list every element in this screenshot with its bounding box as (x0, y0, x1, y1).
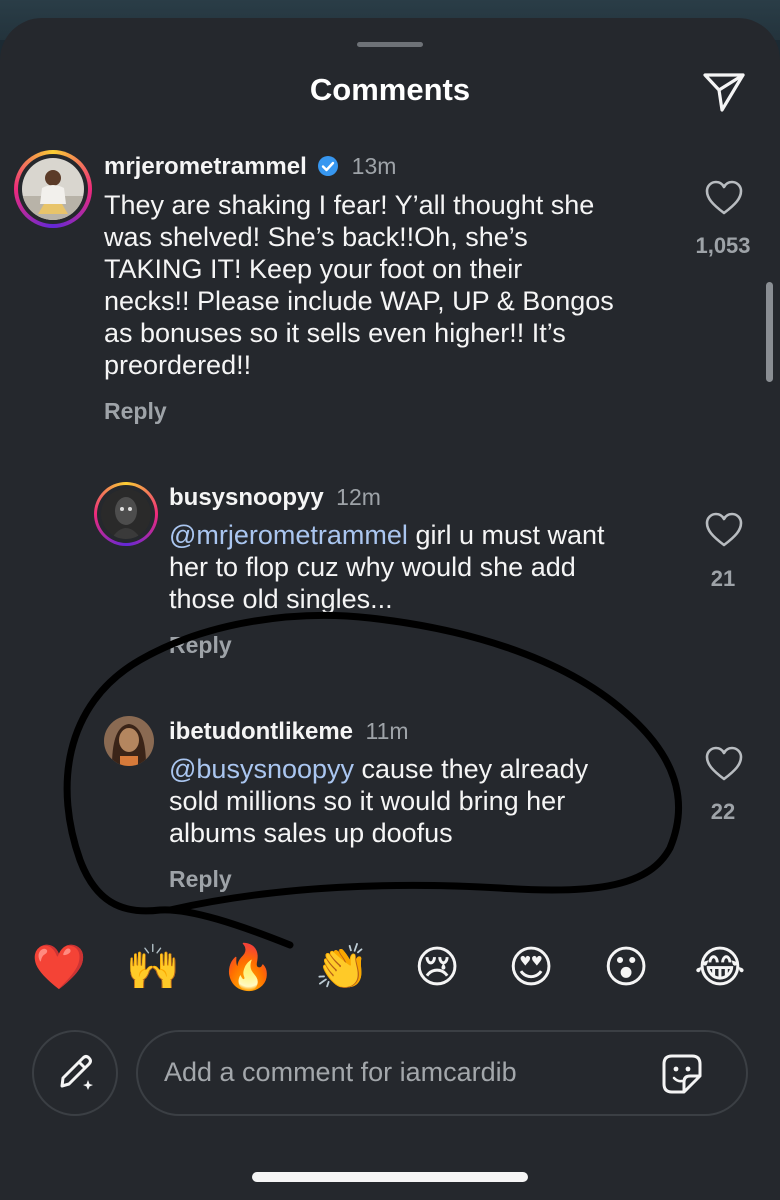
comment-time: 12m (336, 484, 381, 510)
heart-icon (705, 512, 743, 547)
emoji-crying-face[interactable]: 😢 (407, 938, 467, 998)
scrollbar[interactable] (766, 282, 773, 382)
like-button[interactable] (704, 744, 744, 784)
emoji-raising-hands[interactable]: 🙌 (123, 938, 183, 998)
paper-plane-icon (703, 73, 745, 112)
sticker-icon (662, 1054, 702, 1094)
page-title: Comments (309, 72, 471, 107)
like-count: 21 (710, 566, 736, 591)
like-count: 22 (710, 799, 736, 824)
comment-username[interactable]: mrjerometrammel (104, 153, 307, 180)
pencil-sparkle-icon (60, 1055, 93, 1090)
comment-placeholder: Add a comment for iamcardib (164, 1057, 517, 1087)
emoji-reaction-bar: ❤️ 🙌 🔥 👏 😢 😍 😮 😂 (0, 938, 780, 1002)
emoji-heart-eyes[interactable]: 😍 (501, 938, 561, 998)
comment-input[interactable]: Add a comment for iamcardib (136, 1030, 748, 1116)
mention-link[interactable]: @mrjerometrammel (169, 520, 408, 550)
heart-icon (705, 180, 743, 215)
emoji-heart[interactable]: ❤️ (29, 938, 89, 998)
edit-button[interactable] (32, 1030, 118, 1116)
emoji-surprised-face[interactable]: 😮 (596, 938, 656, 998)
emoji-fire[interactable]: 🔥 (218, 938, 278, 998)
comment-time: 11m (365, 718, 409, 744)
comment-text: @mrjerometrammel girl u must want her to… (169, 520, 605, 614)
reply-button[interactable]: Reply (169, 632, 232, 659)
emoji-clapping-hands[interactable]: 👏 (312, 938, 372, 998)
share-button[interactable] (700, 68, 748, 116)
comment-text: @busysnoopyy cause they already sold mil… (169, 754, 589, 848)
like-button[interactable] (704, 510, 744, 550)
verified-badge-icon (318, 156, 339, 176)
home-indicator[interactable] (252, 1172, 528, 1182)
avatar[interactable] (14, 150, 92, 228)
avatar[interactable] (104, 716, 154, 766)
sticker-button[interactable] (658, 1050, 706, 1098)
heart-icon (705, 746, 743, 781)
comment-time: 13m (351, 153, 397, 179)
comment-username[interactable]: busysnoopyy (169, 484, 324, 511)
mention-link[interactable]: @busysnoopyy (169, 754, 354, 784)
like-button[interactable] (704, 178, 744, 218)
sheet-grabber[interactable] (357, 42, 423, 47)
avatar[interactable] (94, 482, 158, 546)
reply-button[interactable]: Reply (104, 398, 167, 425)
like-count: 1,053 (695, 233, 751, 258)
emoji-tears-of-joy[interactable]: 😂 (690, 938, 750, 998)
reply-button[interactable]: Reply (169, 866, 232, 893)
comment-username[interactable]: ibetudontlikeme (169, 718, 353, 745)
comment-text: They are shaking I fear! Y’all thought s… (104, 190, 614, 380)
